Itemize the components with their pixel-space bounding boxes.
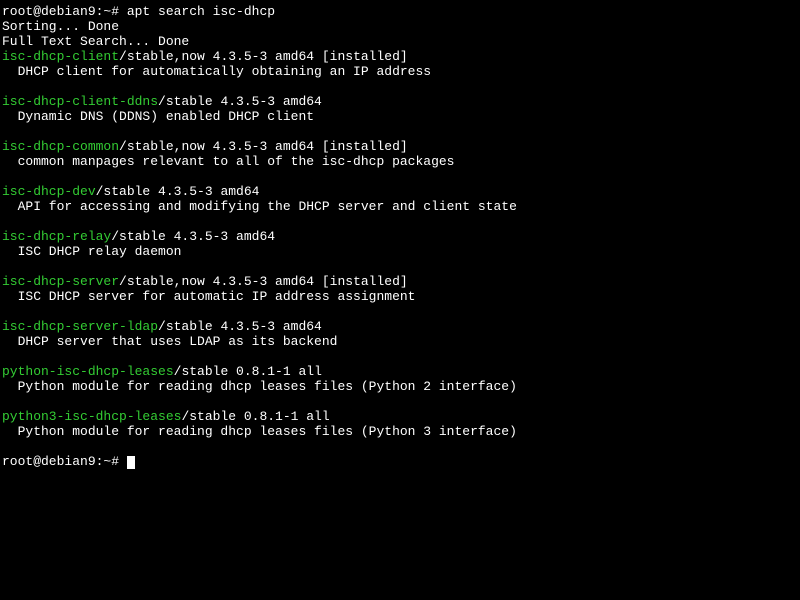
package-description: API for accessing and modifying the DHCP… bbox=[2, 199, 798, 214]
prompt-line-2[interactable]: root@debian9:~# bbox=[2, 454, 798, 469]
package-name: python-isc-dhcp-leases bbox=[2, 364, 174, 379]
blank-line bbox=[2, 169, 798, 184]
package-description: Dynamic DNS (DDNS) enabled DHCP client bbox=[2, 109, 798, 124]
package-description: DHCP client for automatically obtaining … bbox=[2, 64, 798, 79]
package-info: /stable 0.8.1-1 all bbox=[174, 364, 322, 379]
package-result: isc-dhcp-server-ldap/stable 4.3.5-3 amd6… bbox=[2, 319, 798, 349]
prompt-line-1[interactable]: root@debian9:~# apt search isc-dhcp bbox=[2, 4, 798, 19]
blank-line bbox=[2, 259, 798, 274]
package-name: isc-dhcp-client-ddns bbox=[2, 94, 158, 109]
status-searching: Full Text Search... Done bbox=[2, 34, 798, 49]
package-description: Python module for reading dhcp leases fi… bbox=[2, 379, 798, 394]
prompt-text-2: root@debian9:~# bbox=[2, 454, 127, 469]
package-name: isc-dhcp-server-ldap bbox=[2, 319, 158, 334]
package-description: DHCP server that uses LDAP as its backen… bbox=[2, 334, 798, 349]
prompt-text-1: root@debian9:~# apt search isc-dhcp bbox=[2, 4, 275, 19]
package-name: isc-dhcp-dev bbox=[2, 184, 96, 199]
blank-line bbox=[2, 214, 798, 229]
package-result: isc-dhcp-client/stable,now 4.3.5-3 amd64… bbox=[2, 49, 798, 79]
package-result: isc-dhcp-dev/stable 4.3.5-3 amd64 API fo… bbox=[2, 184, 798, 214]
blank-line bbox=[2, 439, 798, 454]
package-description: ISC DHCP relay daemon bbox=[2, 244, 798, 259]
package-info: /stable 4.3.5-3 amd64 bbox=[158, 319, 322, 334]
package-name: isc-dhcp-server bbox=[2, 274, 119, 289]
status-sorting: Sorting... Done bbox=[2, 19, 798, 34]
package-info: /stable 4.3.5-3 amd64 bbox=[96, 184, 260, 199]
package-result: isc-dhcp-relay/stable 4.3.5-3 amd64 ISC … bbox=[2, 229, 798, 259]
package-result: isc-dhcp-server/stable,now 4.3.5-3 amd64… bbox=[2, 274, 798, 304]
blank-line bbox=[2, 304, 798, 319]
package-description: Python module for reading dhcp leases fi… bbox=[2, 424, 798, 439]
package-result: isc-dhcp-common/stable,now 4.3.5-3 amd64… bbox=[2, 139, 798, 169]
blank-line bbox=[2, 124, 798, 139]
package-info: /stable 4.3.5-3 amd64 bbox=[111, 229, 275, 244]
package-name: python3-isc-dhcp-leases bbox=[2, 409, 181, 424]
package-description: ISC DHCP server for automatic IP address… bbox=[2, 289, 798, 304]
cursor-icon bbox=[127, 456, 135, 469]
package-info: /stable,now 4.3.5-3 amd64 [installed] bbox=[119, 274, 408, 289]
package-info: /stable 4.3.5-3 amd64 bbox=[158, 94, 322, 109]
package-description: common manpages relevant to all of the i… bbox=[2, 154, 798, 169]
package-name: isc-dhcp-common bbox=[2, 139, 119, 154]
package-result: isc-dhcp-client-ddns/stable 4.3.5-3 amd6… bbox=[2, 94, 798, 124]
package-info: /stable,now 4.3.5-3 amd64 [installed] bbox=[119, 49, 408, 64]
blank-line bbox=[2, 79, 798, 94]
package-info: /stable 0.8.1-1 all bbox=[181, 409, 329, 424]
package-name: isc-dhcp-client bbox=[2, 49, 119, 64]
package-result: python-isc-dhcp-leases/stable 0.8.1-1 al… bbox=[2, 364, 798, 394]
package-name: isc-dhcp-relay bbox=[2, 229, 111, 244]
package-result: python3-isc-dhcp-leases/stable 0.8.1-1 a… bbox=[2, 409, 798, 439]
blank-line bbox=[2, 394, 798, 409]
package-info: /stable,now 4.3.5-3 amd64 [installed] bbox=[119, 139, 408, 154]
blank-line bbox=[2, 349, 798, 364]
